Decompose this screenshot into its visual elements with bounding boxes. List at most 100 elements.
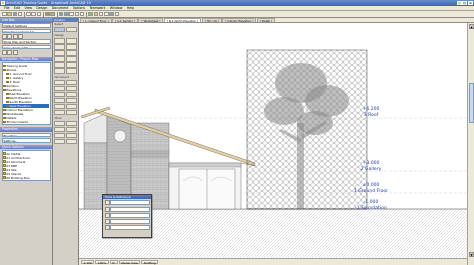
layers-icon[interactable] bbox=[88, 11, 93, 17]
grid-snap-icon[interactable] bbox=[98, 11, 104, 17]
dimension-tool-icon[interactable] bbox=[54, 79, 65, 86]
rotation-indicator[interactable]: 0° bbox=[109, 259, 118, 265]
tab-3d[interactable]: [ 3D / All ] bbox=[201, 17, 222, 22]
pen-set-icon[interactable] bbox=[93, 11, 99, 17]
section-tool-icon[interactable] bbox=[54, 103, 65, 110]
redo-icon[interactable] bbox=[50, 11, 55, 17]
scroll-down-icon[interactable]: ▼ bbox=[469, 252, 474, 257]
door-tool-icon[interactable] bbox=[54, 56, 65, 62]
open-folder-icon[interactable] bbox=[7, 11, 12, 17]
option-icon[interactable] bbox=[1, 50, 7, 55]
level-roof-name[interactable]: 3 Roof bbox=[341, 113, 401, 118]
window-tool-icon[interactable] bbox=[65, 56, 77, 62]
close-button[interactable]: × bbox=[468, 1, 473, 5]
figure-tool-icon[interactable] bbox=[65, 121, 77, 127]
shell-tool-icon[interactable] bbox=[65, 50, 77, 56]
menu-edit[interactable]: Edit bbox=[12, 6, 23, 10]
detail-tool-icon[interactable] bbox=[54, 109, 65, 116]
publish-icon[interactable] bbox=[109, 11, 114, 17]
floor-plan-icon[interactable] bbox=[58, 11, 64, 17]
menu-teamwork[interactable]: Teamwork bbox=[87, 6, 108, 10]
paste-icon[interactable] bbox=[36, 11, 42, 17]
worksheet-tool-icon[interactable] bbox=[65, 109, 77, 116]
hotspot-tool-icon[interactable] bbox=[65, 132, 77, 139]
view-mode-indicator[interactable]: Model View bbox=[118, 259, 141, 265]
fit-in-window-icon[interactable] bbox=[79, 11, 85, 17]
zoom-indicator[interactable]: 100% bbox=[95, 259, 109, 265]
tab-north-elevation[interactable]: [ N-1 North Elevation ] bbox=[163, 17, 202, 22]
option-icon[interactable] bbox=[104, 200, 110, 206]
lamp-tool-icon[interactable] bbox=[54, 127, 65, 133]
drawing-tool-icon[interactable] bbox=[54, 138, 65, 145]
column-tool-icon[interactable] bbox=[65, 38, 77, 44]
vertical-scrollbar[interactable]: ▲ ▼ bbox=[467, 23, 474, 265]
properties-field[interactable]: Elevation bbox=[1, 132, 51, 138]
tab-worksheet[interactable]: [ Worksheet ] bbox=[138, 17, 164, 22]
scale-indicator[interactable]: 1:100 bbox=[81, 259, 95, 265]
figure-image-tool-icon[interactable] bbox=[65, 138, 77, 145]
label-tool-icon[interactable] bbox=[65, 85, 77, 92]
print-icon[interactable] bbox=[17, 11, 23, 17]
option-icon[interactable] bbox=[7, 50, 13, 55]
copy-icon[interactable] bbox=[31, 11, 37, 17]
option-icon[interactable] bbox=[1, 34, 7, 39]
curtain-wall-tool-icon[interactable] bbox=[65, 68, 77, 74]
level-gallery-elevation[interactable]: +3.000 bbox=[341, 161, 401, 166]
menu-options[interactable]: Options bbox=[71, 6, 88, 10]
option-icon[interactable] bbox=[12, 34, 18, 39]
fill-tool-icon[interactable] bbox=[54, 91, 65, 98]
elevation-tool-icon[interactable] bbox=[65, 103, 77, 110]
save-icon[interactable] bbox=[12, 11, 18, 17]
floating-palette-title[interactable]: Trace & Reference bbox=[103, 195, 151, 200]
mesh-tool-icon[interactable] bbox=[65, 127, 77, 133]
info-field[interactable]: Default Settings bbox=[1, 23, 51, 28]
marquee-tool-icon[interactable] bbox=[65, 27, 77, 33]
tab-ground-floor[interactable]: [ 1. Ground Floor ] bbox=[80, 17, 112, 22]
new-file-icon[interactable] bbox=[2, 11, 7, 17]
object-tool-icon[interactable] bbox=[65, 62, 77, 68]
palette-field[interactable] bbox=[110, 224, 150, 230]
tab-detail[interactable]: [ Detail ] bbox=[256, 17, 276, 22]
arc-tool-icon[interactable] bbox=[54, 97, 65, 104]
mode-indicator[interactable]: Drafting bbox=[141, 259, 159, 265]
navigator-header[interactable]: Navigator - Project Map bbox=[0, 56, 52, 62]
properties-header[interactable]: Properties bbox=[0, 127, 52, 132]
camera-tool-icon[interactable] bbox=[54, 121, 65, 127]
palette-field[interactable] bbox=[110, 206, 150, 212]
info-field[interactable]: Warehouse Views 10 bbox=[1, 28, 51, 34]
tab-section[interactable]: [ S-1 Section ] bbox=[112, 17, 138, 22]
palette-field[interactable] bbox=[110, 218, 150, 224]
tree-item[interactable]: 3D Documents bbox=[3, 120, 49, 124]
level-gallery-name[interactable]: 2 Gallery bbox=[341, 167, 401, 172]
minimize-button[interactable]: _ bbox=[456, 1, 462, 5]
tab-interior-elevation[interactable]: [ Interior Elevation ] bbox=[222, 17, 257, 22]
scroll-up-icon[interactable]: ▲ bbox=[469, 24, 474, 29]
option-icon[interactable] bbox=[7, 34, 13, 39]
option-icon[interactable] bbox=[104, 224, 110, 230]
level-roof-elevation[interactable]: +6.200 bbox=[341, 107, 401, 112]
arrow-tool-icon[interactable] bbox=[54, 27, 65, 33]
level-ground-name[interactable]: 1 Ground Floor bbox=[341, 189, 401, 194]
option-icon[interactable] bbox=[12, 50, 18, 55]
info-field[interactable]: Show Plan and Section bbox=[1, 39, 51, 45]
layer-item[interactable]: 06 Building Plan bbox=[3, 176, 49, 180]
palette-field[interactable] bbox=[110, 212, 150, 218]
info-field[interactable]: Copy, Scale 1:50 bbox=[1, 44, 51, 50]
zoom-in-icon[interactable] bbox=[69, 11, 74, 17]
option-icon[interactable] bbox=[104, 218, 110, 224]
menu-window[interactable]: Window bbox=[108, 6, 125, 10]
line-tool-icon[interactable] bbox=[65, 91, 77, 98]
stair-tool-icon[interactable] bbox=[54, 62, 65, 68]
polyline-tool-icon[interactable] bbox=[65, 97, 77, 104]
cut-icon[interactable] bbox=[26, 11, 31, 17]
text-tool-icon[interactable] bbox=[54, 85, 65, 92]
menu-view[interactable]: View bbox=[22, 6, 34, 10]
wall-tool-icon[interactable] bbox=[54, 38, 65, 44]
option-icon[interactable] bbox=[104, 206, 110, 212]
render-icon[interactable] bbox=[114, 11, 120, 17]
level-foundation-name[interactable]: -1 Foundation bbox=[341, 206, 401, 211]
info-box-header[interactable]: Info Box bbox=[0, 18, 52, 23]
trace-icon[interactable] bbox=[104, 11, 109, 17]
properties-field[interactable]: Settings... bbox=[1, 138, 51, 143]
level-foundation-elevation[interactable]: -1.000 bbox=[341, 200, 401, 205]
